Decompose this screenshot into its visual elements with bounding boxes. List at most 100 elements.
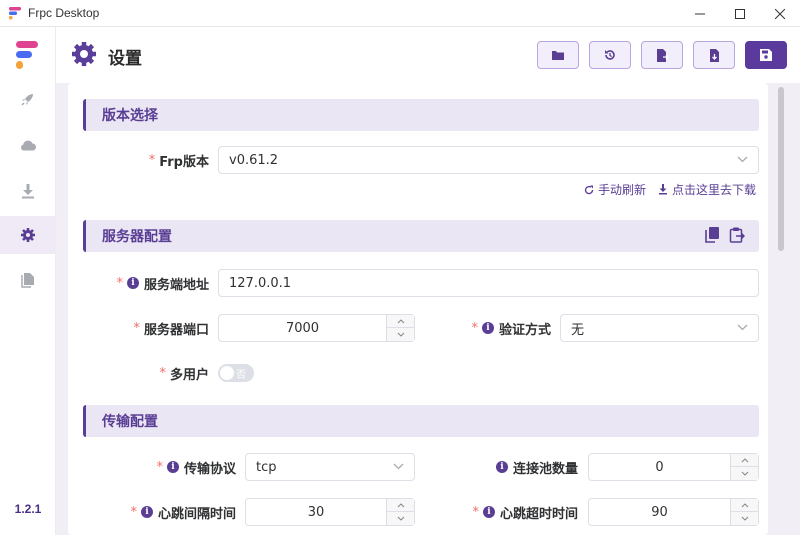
multiuser-toggle[interactable]: 否 <box>218 364 254 382</box>
decrement-button[interactable] <box>387 328 414 341</box>
app-logo-icon <box>9 7 21 20</box>
page-title: 设置 <box>108 49 142 69</box>
chevron-up-icon <box>741 502 748 507</box>
protocol-select[interactable]: tcp <box>245 453 415 481</box>
chevron-down-icon <box>737 156 748 163</box>
heartbeat-interval-value: 30 <box>307 504 325 520</box>
gear-icon <box>72 42 96 66</box>
increment-button[interactable] <box>731 499 758 512</box>
increment-button[interactable] <box>387 499 414 512</box>
save-button[interactable] <box>745 41 787 69</box>
file-export-icon <box>656 48 668 62</box>
gear-icon <box>21 228 35 242</box>
chevron-up-icon <box>397 318 404 323</box>
decrement-button[interactable] <box>731 512 758 525</box>
auth-method-value: 无 <box>571 322 585 338</box>
minimize-button[interactable] <box>680 0 720 27</box>
chevron-down-icon <box>741 516 748 521</box>
minimize-icon <box>695 13 705 14</box>
chevron-up-icon <box>741 457 748 462</box>
auth-method-label: * i 验证方式 <box>471 320 551 338</box>
download-icon <box>22 184 34 199</box>
file-import-icon <box>709 48 719 62</box>
section-title: 版本选择 <box>102 108 158 124</box>
sidebar: 1.2.1 <box>0 27 56 535</box>
server-address-value: 127.0.0.1 <box>229 275 292 291</box>
chevron-down-icon <box>393 463 404 470</box>
info-icon[interactable]: i <box>482 506 495 518</box>
sidebar-item-home[interactable] <box>0 80 56 118</box>
server-address-input[interactable]: 127.0.0.1 <box>218 269 759 297</box>
paste-icon[interactable] <box>729 227 745 243</box>
pool-count-stepper[interactable]: 0 <box>588 453 759 481</box>
sidebar-item-download[interactable] <box>0 172 56 210</box>
close-icon <box>775 8 785 19</box>
chevron-down-icon <box>741 471 748 476</box>
section-version: 版本选择 <box>83 99 759 131</box>
save-icon <box>760 49 772 61</box>
protocol-value: tcp <box>256 459 277 475</box>
app-version: 1.2.1 <box>14 502 42 516</box>
version-links: 手动刷新 点击这里去下载 <box>584 181 756 198</box>
settings-form: 版本选择 *Frp版本 v0.61.2 手动刷新 点击这里去下载 服务器配置 <box>68 83 768 535</box>
server-address-label: * i 服务端地址 <box>116 275 209 293</box>
history-icon <box>605 50 615 60</box>
export-config-button[interactable] <box>641 41 683 69</box>
increment-button[interactable] <box>387 315 414 328</box>
decrement-button[interactable] <box>387 512 414 525</box>
decrement-button[interactable] <box>731 467 758 480</box>
increment-button[interactable] <box>731 454 758 467</box>
info-icon[interactable]: i <box>481 322 494 334</box>
protocol-label: * i 传输协议 <box>156 459 236 477</box>
heartbeat-timeout-value: 90 <box>651 504 668 520</box>
folder-icon <box>552 51 564 60</box>
import-config-button[interactable] <box>693 41 735 69</box>
download-link[interactable]: 点击这里去下载 <box>658 181 756 198</box>
chevron-down-icon <box>737 324 748 331</box>
info-icon[interactable]: i <box>126 277 139 289</box>
window-title: Frpc Desktop <box>28 6 100 20</box>
heartbeat-interval-stepper[interactable]: 30 <box>245 498 415 526</box>
sidebar-item-logs[interactable] <box>0 261 56 299</box>
multiuser-label: * 多用户 <box>159 365 209 383</box>
frp-version-label: * Frp版本 <box>148 152 209 170</box>
server-port-stepper[interactable]: 7000 <box>218 314 415 342</box>
cloud-icon <box>21 140 36 151</box>
chevron-up-icon <box>397 502 404 507</box>
refresh-icon <box>584 185 594 194</box>
pool-count-label: i 连接池数量 <box>415 453 578 481</box>
frp-version-select[interactable]: v0.61.2 <box>218 146 759 174</box>
file-icon <box>21 273 34 288</box>
section-server: 服务器配置 <box>83 220 759 252</box>
open-folder-button[interactable] <box>537 41 579 69</box>
heartbeat-timeout-label: * i 心跳超时时间 <box>472 504 578 522</box>
server-port-value: 7000 <box>285 320 320 336</box>
reset-button[interactable] <box>589 41 631 69</box>
heartbeat-interval-label: * i 心跳间隔时间 <box>130 504 236 522</box>
close-window-button[interactable] <box>760 0 800 27</box>
section-title: 传输配置 <box>102 414 158 430</box>
multiuser-state: 否 <box>236 370 246 381</box>
main-content: 版本选择 *Frp版本 v0.61.2 手动刷新 点击这里去下载 服务器配置 <box>56 83 800 535</box>
sidebar-item-proxy[interactable] <box>0 126 56 164</box>
heartbeat-timeout-stepper[interactable]: 90 <box>588 498 759 526</box>
pool-count-value: 0 <box>655 459 664 475</box>
maximize-icon <box>735 8 745 19</box>
copy-icon[interactable] <box>705 227 719 243</box>
page-header: 设置 <box>56 27 800 83</box>
manual-refresh-link[interactable]: 手动刷新 <box>584 181 646 198</box>
info-icon[interactable]: i <box>140 506 153 518</box>
section-transport: 传输配置 <box>83 405 759 437</box>
frp-version-value: v0.61.2 <box>229 152 279 168</box>
vertical-scrollbar[interactable] <box>778 87 784 251</box>
app-logo-icon <box>16 41 38 69</box>
maximize-button[interactable] <box>720 0 760 27</box>
sidebar-item-settings[interactable] <box>0 216 56 254</box>
info-icon[interactable]: i <box>166 461 179 473</box>
section-title: 服务器配置 <box>102 229 172 245</box>
download-icon <box>658 184 667 195</box>
auth-method-select[interactable]: 无 <box>560 314 759 342</box>
rocket-icon <box>21 94 33 106</box>
info-icon[interactable]: i <box>495 461 508 473</box>
server-port-label: * 服务器端口 <box>133 320 209 338</box>
